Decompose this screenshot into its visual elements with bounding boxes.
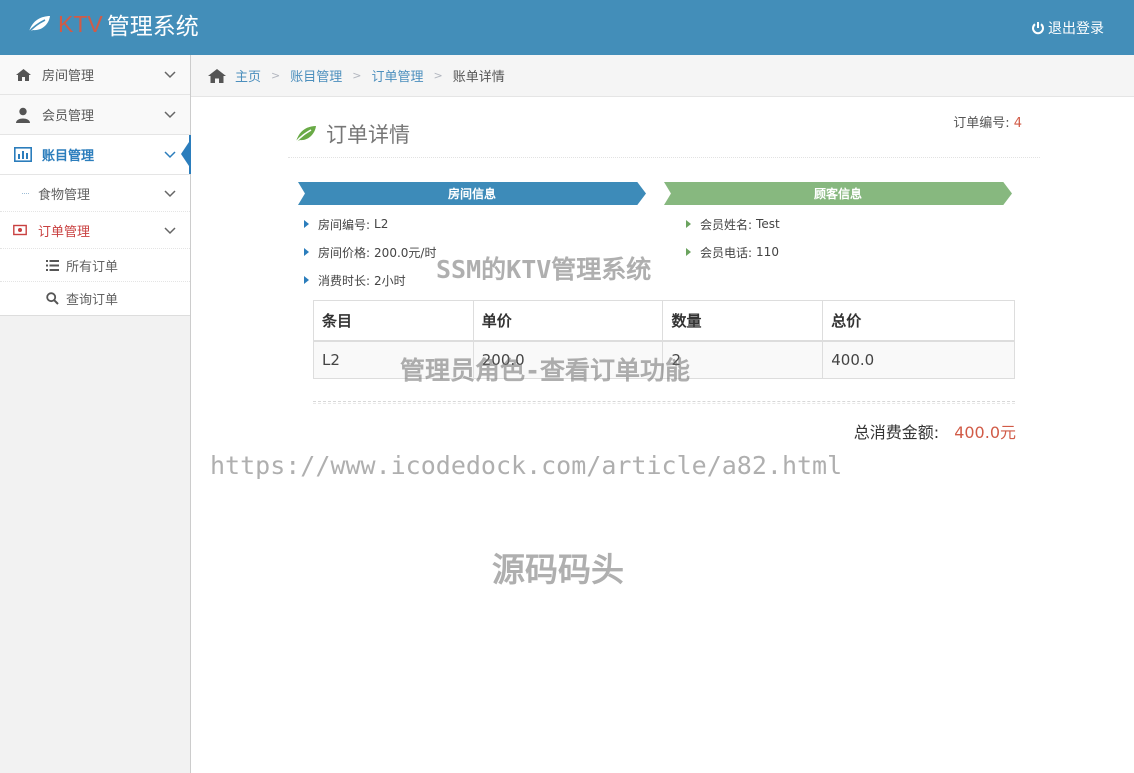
chevron-down-icon	[164, 190, 176, 198]
room-info-list: 房间编号: L2 房间价格: 200.0元/时 消费时长: 2小时	[304, 210, 436, 294]
sidebar-item-members[interactable]: 会员管理	[0, 95, 190, 135]
sidebar-link-label: 查询订单	[66, 293, 119, 308]
table-header-row: 条目 单价 数量 总价	[313, 300, 1015, 342]
breadcrumb-accounts-link[interactable]: 账目管理	[290, 66, 342, 85]
sidebar-link-label: 所有订单	[66, 259, 119, 275]
column-header: 单价	[472, 300, 664, 342]
sidebar-item-label: 会员管理	[42, 109, 95, 124]
sidebar: 房间管理 会员管理 账目管理 食物管理 订单管理 所有订单 查询订单	[0, 55, 191, 773]
chevron-down-icon	[164, 151, 176, 159]
table-cell: 200.0	[472, 340, 664, 379]
table-cell: 400.0	[822, 340, 1015, 379]
sidebar-link-search-orders[interactable]: 查询订单	[0, 282, 190, 315]
list-item: 房间编号: L2	[304, 210, 436, 238]
home-icon	[14, 67, 32, 83]
info-key: 会员电话:	[700, 245, 753, 260]
power-icon	[1032, 22, 1044, 35]
breadcrumb-home-link[interactable]: 主页	[235, 66, 261, 85]
customer-info-title: 顾客信息	[813, 187, 862, 201]
column-header: 条目	[313, 300, 474, 342]
home-icon	[208, 68, 226, 83]
brand-title: 管理系统	[106, 14, 199, 40]
table-cell: 2	[662, 340, 824, 379]
sidebar-subitem-label: 订单管理	[38, 224, 91, 240]
tree-connector	[22, 193, 29, 194]
list-icon	[46, 258, 60, 272]
customer-info-list: 会员姓名: Test 会员电话: 110	[686, 210, 780, 266]
column-header: 数量	[662, 300, 824, 342]
chevron-right-icon: >	[352, 69, 362, 82]
info-key: 房间价格:	[318, 245, 371, 260]
table-cell: L2	[313, 340, 474, 379]
active-indicator	[181, 139, 191, 169]
sidebar-item-accounts[interactable]: 账目管理	[0, 135, 191, 175]
info-key: 房间编号:	[318, 217, 371, 232]
table-row: L2 200.0 2 400.0	[313, 340, 1015, 379]
info-value: 200.0元/时	[374, 245, 437, 260]
list-item: 会员电话: 110	[686, 238, 780, 266]
order-number: 订单编号: 4	[953, 112, 1022, 131]
info-key: 消费时长:	[318, 273, 371, 288]
info-value: 110	[756, 245, 779, 259]
info-value: 2小时	[374, 273, 406, 288]
order-items-table: 条目 单价 数量 总价 L2 200.0 2 400.0	[313, 300, 1015, 379]
divider	[313, 401, 1015, 404]
chevron-down-icon	[164, 111, 176, 119]
bar-chart-icon	[14, 147, 32, 163]
logout-button[interactable]: 退出登录	[1031, 18, 1104, 38]
chevron-right-icon: >	[271, 69, 281, 82]
caret-right-icon	[686, 220, 691, 228]
caret-right-icon	[304, 276, 309, 284]
info-value: Test	[756, 217, 780, 231]
order-number-label: 订单编号:	[953, 116, 1010, 131]
logout-label: 退出登录	[1048, 21, 1104, 37]
info-value: L2	[374, 217, 389, 231]
list-item: 房间价格: 200.0元/时	[304, 238, 436, 266]
brand-logo[interactable]: KTV 管理系统	[26, 8, 199, 40]
caret-right-icon	[304, 248, 309, 256]
total-label: 总消费金额:	[853, 423, 940, 442]
breadcrumb-current: 账单详情	[452, 70, 505, 85]
list-item: 会员姓名: Test	[686, 210, 780, 238]
caret-right-icon	[686, 248, 691, 256]
page-title: 订单详情	[294, 119, 410, 149]
money-icon	[13, 224, 27, 236]
leaf-icon	[295, 126, 316, 143]
page-header: 订单详情 订单编号: 4	[288, 115, 1040, 158]
sidebar-menu: 房间管理 会员管理 账目管理 食物管理 订单管理 所有订单 查询订单	[0, 55, 191, 316]
breadcrumb-orders-link[interactable]: 订单管理	[371, 66, 423, 85]
customer-info-ribbon: 顾客信息	[664, 182, 1012, 205]
user-icon	[14, 107, 32, 123]
sidebar-link-all-orders[interactable]: 所有订单	[0, 249, 190, 282]
sidebar-subitem-food[interactable]: 食物管理	[0, 175, 190, 212]
main-content: 订单详情 订单编号: 4 房间信息 顾客信息 房间编号: L2 房间价格: 200.…	[191, 97, 1134, 773]
sidebar-item-label: 房间管理	[42, 69, 95, 84]
sidebar-item-label: 账目管理	[42, 149, 95, 164]
search-icon	[46, 292, 60, 306]
sidebar-item-rooms[interactable]: 房间管理	[0, 55, 190, 95]
total-amount: 总消费金额: 400.0元	[854, 419, 1016, 443]
sidebar-subitem-label: 食物管理	[38, 187, 91, 203]
chevron-right-icon: >	[433, 69, 443, 82]
column-header: 总价	[822, 300, 1015, 342]
info-key: 会员姓名:	[700, 217, 753, 232]
order-number-value: 4	[1013, 116, 1022, 131]
caret-right-icon	[304, 220, 309, 228]
chevron-down-icon	[164, 71, 176, 79]
chevron-down-icon	[164, 227, 176, 235]
top-navbar: KTV 管理系统 退出登录	[0, 0, 1134, 55]
brand-ktv: KTV	[58, 10, 103, 37]
breadcrumb: 主页 > 账目管理 > 订单管理 > 账单详情	[191, 55, 1134, 97]
total-value: 400.0元	[954, 423, 1016, 442]
sidebar-subitem-orders[interactable]: 订单管理	[0, 212, 190, 249]
list-item: 消费时长: 2小时	[304, 266, 436, 294]
room-info-title: 房间信息	[447, 187, 496, 201]
page-title-text: 订单详情	[326, 123, 410, 147]
leaf-icon	[28, 16, 50, 33]
room-info-ribbon: 房间信息	[298, 182, 646, 205]
